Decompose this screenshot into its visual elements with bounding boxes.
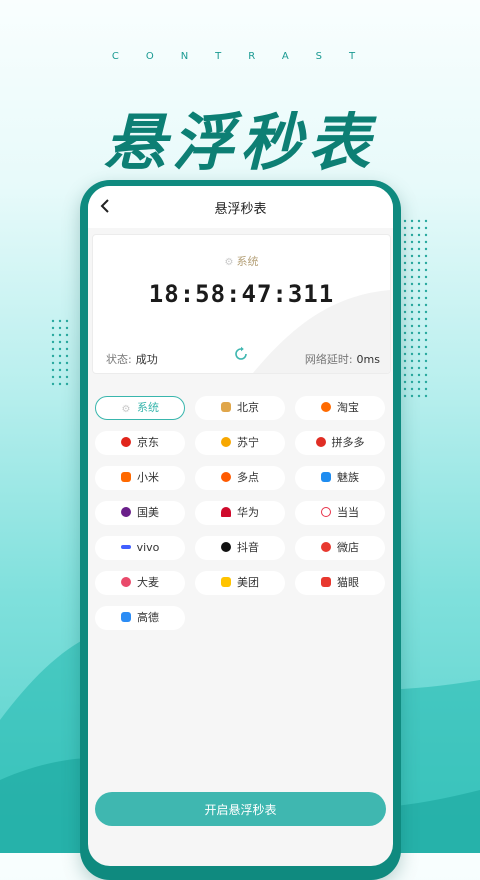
nav-bar: 悬浮秒表 — [88, 186, 393, 228]
gaode-icon — [121, 612, 131, 622]
platform-label: 国美 — [137, 506, 159, 519]
platform-label: 苏宁 — [237, 436, 259, 449]
hero-title: 悬浮秒表 — [103, 106, 376, 179]
status-value: 成功 — [135, 353, 158, 366]
weidian-icon — [321, 542, 331, 552]
platform-label: 猫眼 — [337, 576, 359, 589]
platform-label: 淘宝 — [337, 401, 359, 414]
platform-chip-xiaomi[interactable]: 小米 — [95, 466, 185, 490]
meituan-icon — [221, 577, 231, 587]
platform-label: 大麦 — [137, 576, 159, 589]
latency-value: 0ms — [356, 353, 380, 366]
platform-chip-taobao[interactable]: 淘宝 — [295, 396, 385, 420]
meizu-icon — [321, 472, 331, 482]
status: 状态: 成功 — [106, 351, 158, 367]
clock-time: 18:58:47:311 — [148, 280, 335, 308]
platform-chip-meituan[interactable]: 美团 — [195, 571, 285, 595]
platform-chip-damai[interactable]: 大麦 — [95, 571, 185, 595]
platform-chip-gaode[interactable]: 高德 — [95, 606, 185, 630]
platform-label: 美团 — [237, 576, 259, 589]
refresh-icon[interactable] — [233, 346, 249, 362]
phone-screen: 悬浮秒表 ⚙ 系统 18:58:47:311 状态: 成功 网络延时: 0ms ⚙ 系统… — [88, 186, 393, 866]
platform-chip-meizu[interactable]: 魅族 — [295, 466, 385, 490]
douyin-icon — [221, 542, 231, 552]
platform-chip-maoyan[interactable]: 猫眼 — [295, 571, 385, 595]
platform-label: 华为 — [237, 506, 259, 519]
platform-chip-duodian[interactable]: 多点 — [195, 466, 285, 490]
platform-label: 抖音 — [237, 541, 259, 554]
page-title: 悬浮秒表 — [214, 202, 267, 217]
platform-chip-pinduoduo[interactable]: 拼多多 — [295, 431, 385, 455]
huawei-icon — [221, 507, 231, 517]
dangdang-icon — [321, 507, 331, 517]
decorative-dots — [403, 219, 428, 398]
beijing-icon — [221, 402, 231, 412]
platform-chip-jd[interactable]: 京东 — [95, 431, 185, 455]
jd-icon — [121, 437, 131, 447]
damai-icon — [121, 577, 131, 587]
start-floating-stopwatch-button[interactable]: 开启悬浮秒表 — [95, 792, 386, 826]
taobao-icon — [321, 402, 331, 412]
latency-label: 网络延时: — [304, 353, 353, 366]
gome-icon — [121, 507, 131, 517]
platform-chip-beijing[interactable]: 北京 — [195, 396, 285, 420]
platform-chip-huawei[interactable]: 华为 — [195, 501, 285, 525]
suning-icon — [221, 437, 231, 447]
platform-label: 京东 — [137, 436, 159, 449]
platform-label: 拼多多 — [331, 436, 365, 449]
platform-label: vivo — [136, 541, 160, 554]
vivo-icon — [120, 545, 131, 549]
decorative-dots — [51, 319, 69, 386]
platform-chip-douyin[interactable]: 抖音 — [195, 536, 285, 560]
platform-label: 魅族 — [337, 471, 359, 484]
gear-icon: ⚙ — [121, 404, 131, 415]
gear-icon: ⚙ — [224, 257, 234, 268]
xiaomi-icon — [121, 472, 131, 482]
platform-chip-dangdang[interactable]: 当当 — [295, 501, 385, 525]
clock-card: ⚙ 系统 18:58:47:311 状态: 成功 网络延时: 0ms — [92, 234, 391, 374]
clock-source: ⚙ 系统 — [93, 253, 390, 269]
platform-chip-xitong[interactable]: ⚙ 系统 — [95, 396, 185, 420]
platform-chip-weidian[interactable]: 微店 — [295, 536, 385, 560]
platform-label: 高德 — [137, 611, 159, 624]
latency: 网络延时: 0ms — [305, 351, 380, 367]
platform-label: 北京 — [237, 401, 259, 414]
platform-label: 当当 — [337, 506, 359, 519]
duodian-icon — [221, 472, 231, 482]
platform-chip-gome[interactable]: 国美 — [95, 501, 185, 525]
status-label: 状态: — [106, 353, 132, 366]
pinduoduo-icon — [315, 437, 326, 447]
contrast-subtitle: CONTRAST — [111, 51, 383, 62]
platform-label: 微店 — [337, 541, 359, 554]
platform-label: 小米 — [137, 471, 159, 484]
maoyan-icon — [321, 577, 331, 587]
platform-label: 系统 — [137, 401, 159, 414]
platform-chip-suning[interactable]: 苏宁 — [195, 431, 285, 455]
platform-chip-vivo[interactable]: vivo — [95, 536, 185, 560]
platform-label: 多点 — [237, 471, 259, 484]
clock-source-label: 系统 — [236, 255, 259, 268]
